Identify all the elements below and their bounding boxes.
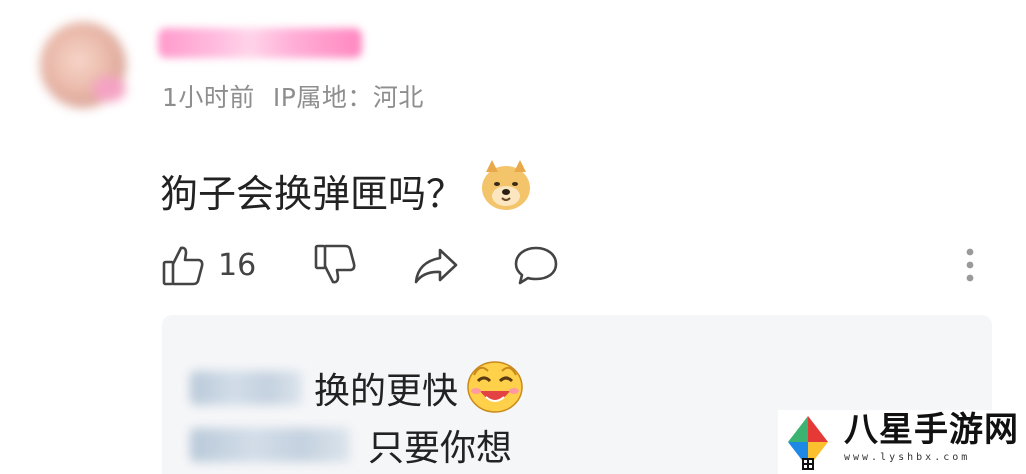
site-logo (778, 412, 838, 472)
speech-bubble-icon (512, 242, 560, 288)
username[interactable]: 昵称 (158, 28, 362, 58)
laughing-emoji (464, 357, 526, 419)
reply-button[interactable] (512, 240, 560, 290)
thumbs-up-icon (160, 242, 206, 288)
more-button[interactable] (960, 240, 980, 290)
comment-meta: 1小时前 IP属地：河北 (162, 78, 442, 114)
dislike-button[interactable] (312, 240, 358, 290)
reply-item[interactable]: 只要你想 (190, 419, 512, 471)
reply-text: 换的更快 (314, 371, 459, 412)
more-vertical-icon (960, 242, 980, 288)
action-bar: 16 (160, 240, 990, 290)
reply-text: 只要你想 (368, 428, 513, 469)
share-arrow-icon (412, 242, 460, 288)
comment-ip-location: IP属地：河北 (272, 83, 424, 112)
site-name: 八星手游网 (844, 410, 1019, 450)
site-url: www.lyshbx.com (844, 452, 971, 463)
like-button[interactable]: 16 (160, 240, 256, 290)
comment-time: 1小时前 (162, 83, 255, 112)
share-button[interactable] (412, 240, 460, 290)
thumbs-down-icon (312, 242, 358, 288)
reply-username[interactable] (190, 428, 350, 462)
reply-item[interactable]: 换的更快 (190, 357, 526, 419)
like-count: 16 (218, 247, 257, 283)
site-watermark: 八星手游网 www.lyshbx.com (778, 410, 1026, 474)
doge-emoji (478, 158, 534, 223)
reply-username[interactable] (190, 371, 302, 405)
avatar[interactable] (40, 22, 126, 108)
comment-text: 狗子会换弹匣吗？ (160, 172, 465, 216)
comment-body: 狗子会换弹匣吗？ (160, 158, 534, 223)
